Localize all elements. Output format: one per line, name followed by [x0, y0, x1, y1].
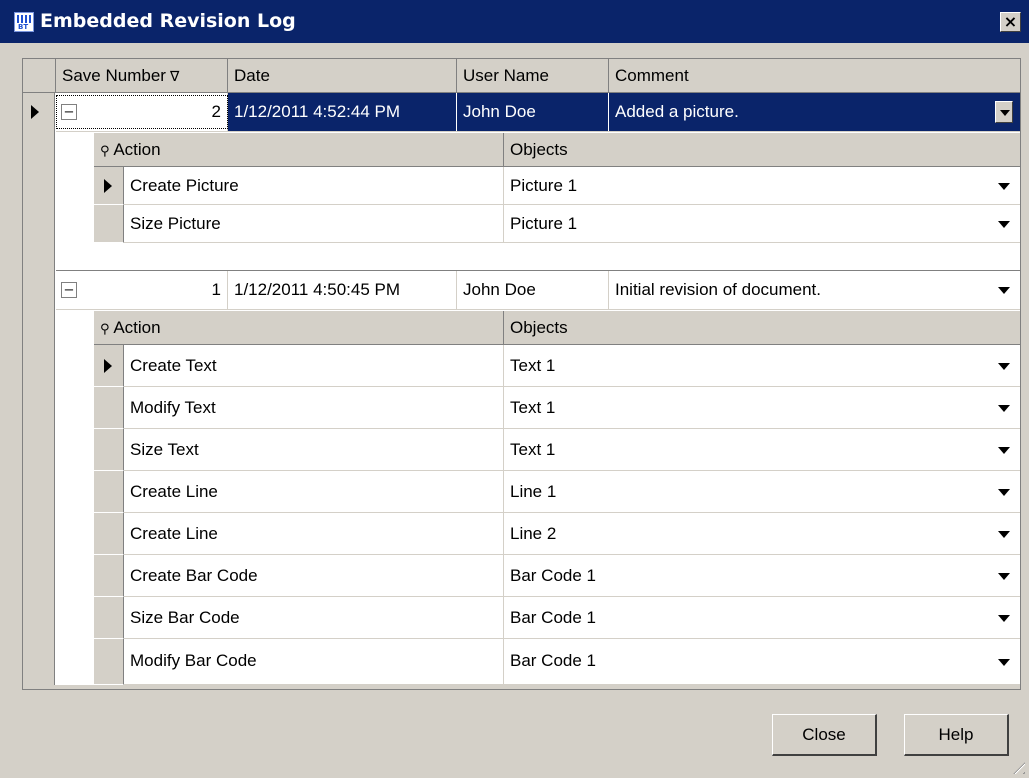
comment-text: Added a picture.	[615, 102, 739, 121]
action-cell[interactable]: Size Text	[124, 429, 504, 471]
objects-cell[interactable]: Picture 1	[504, 205, 1020, 243]
comment-dropdown-button[interactable]	[998, 285, 1012, 295]
objects-dropdown-button[interactable]	[998, 181, 1012, 191]
action-cell[interactable]: Size Bar Code	[124, 597, 504, 639]
action-cell[interactable]: Modify Text	[124, 387, 504, 429]
child-row-selector[interactable]	[94, 345, 124, 387]
objects-dropdown-button[interactable]	[998, 487, 1012, 497]
child-column-header-objects[interactable]: Objects	[504, 133, 1020, 167]
objects-dropdown-button[interactable]	[998, 571, 1012, 581]
save-number-cell[interactable]: 1	[81, 271, 228, 309]
objects-dropdown-button[interactable]	[998, 219, 1012, 229]
user-name-cell[interactable]: John Doe	[457, 271, 609, 309]
child-row-selector[interactable]	[94, 597, 124, 639]
objects-cell[interactable]: Bar Code 1	[504, 597, 1020, 639]
chevron-down-icon	[998, 221, 1010, 228]
child-row-selector[interactable]	[94, 471, 124, 513]
chevron-down-icon	[998, 405, 1010, 412]
chevron-down-icon	[1000, 110, 1010, 116]
window-title: Embedded Revision Log	[40, 10, 296, 32]
objects-dropdown-button[interactable]	[998, 445, 1012, 455]
objects-cell[interactable]: Bar Code 1	[504, 555, 1020, 597]
close-window-button[interactable]: ×	[1000, 12, 1021, 32]
column-label-comment: Comment	[615, 66, 689, 85]
row-selector-header	[23, 59, 56, 93]
child-column-label-objects: Objects	[510, 318, 568, 337]
child-row-selector[interactable]	[94, 205, 124, 243]
column-header-comment[interactable]: Comment	[609, 59, 1020, 93]
child-column-header-action[interactable]: ⚲ Action	[94, 133, 504, 167]
action-cell[interactable]: Create Bar Code	[124, 555, 504, 597]
comment-cell[interactable]: Added a picture.	[609, 93, 1020, 131]
objects-cell[interactable]: Text 1	[504, 429, 1020, 471]
action-cell[interactable]: Create Text	[124, 345, 504, 387]
app-icon: BT	[14, 12, 34, 32]
child-row-selector[interactable]	[94, 513, 124, 555]
child-column-header-objects[interactable]: Objects	[504, 311, 1020, 345]
date-cell[interactable]: 1/12/2011 4:52:44 PM	[228, 93, 457, 131]
objects-cell[interactable]: Text 1	[504, 345, 1020, 387]
magnifier-icon[interactable]: ⚲	[100, 143, 110, 158]
comment-cell[interactable]: Initial revision of document.	[609, 271, 1020, 309]
date-cell[interactable]: 1/12/2011 4:50:45 PM	[228, 271, 457, 309]
child-row-selector[interactable]	[94, 387, 124, 429]
child-column-label-action: Action	[113, 140, 161, 159]
child-row-selector[interactable]	[94, 429, 124, 471]
child-row-selector[interactable]	[94, 639, 124, 685]
child-column-label-objects: Objects	[510, 140, 568, 159]
objects-cell[interactable]: Picture 1	[504, 167, 1020, 205]
row-selector-record-2[interactable]	[23, 93, 55, 271]
child-column-header-action[interactable]: ⚲ Action	[94, 311, 504, 345]
objects-dropdown-button[interactable]	[998, 529, 1012, 539]
chevron-down-icon	[998, 659, 1010, 666]
title-bar[interactable]: BT Embedded Revision Log ×	[0, 0, 1029, 44]
chevron-down-icon	[998, 573, 1010, 580]
current-row-arrow-icon	[31, 105, 39, 119]
chevron-down-icon	[998, 531, 1010, 538]
objects-cell[interactable]: Text 1	[504, 387, 1020, 429]
child-row-selector[interactable]	[94, 167, 124, 205]
chevron-down-icon	[998, 489, 1010, 496]
sort-descending-icon: ∇	[169, 68, 180, 84]
chevron-down-icon	[998, 287, 1010, 294]
comment-dropdown-button[interactable]	[995, 101, 1013, 123]
chevron-down-icon	[998, 363, 1010, 370]
column-header-save-number[interactable]: Save Number ∇	[56, 59, 228, 93]
column-label-date: Date	[234, 66, 270, 85]
chevron-down-icon	[998, 183, 1010, 190]
action-cell[interactable]: Create Picture	[124, 167, 504, 205]
column-header-date[interactable]: Date	[228, 59, 457, 93]
row-selector-record-1[interactable]	[23, 271, 55, 689]
resize-grip-icon[interactable]	[1007, 756, 1025, 774]
help-button[interactable]: Help	[904, 714, 1009, 756]
column-label-user-name: User Name	[463, 66, 549, 85]
objects-dropdown-button[interactable]	[998, 361, 1012, 371]
objects-dropdown-button[interactable]	[998, 657, 1012, 667]
focus-rectangle	[56, 95, 228, 129]
objects-cell[interactable]: Bar Code 1	[504, 639, 1020, 685]
objects-cell[interactable]: Line 2	[504, 513, 1020, 555]
close-button[interactable]: Close	[772, 714, 877, 756]
child-row-selector[interactable]	[94, 555, 124, 597]
user-name-cell[interactable]: John Doe	[457, 93, 609, 131]
action-cell[interactable]: Modify Bar Code	[124, 639, 504, 685]
comment-text: Initial revision of document.	[615, 280, 821, 299]
objects-cell[interactable]: Line 1	[504, 471, 1020, 513]
chevron-down-icon	[998, 615, 1010, 622]
objects-dropdown-button[interactable]	[998, 403, 1012, 413]
action-cell[interactable]: Create Line	[124, 471, 504, 513]
child-column-label-action: Action	[113, 318, 161, 337]
action-cell[interactable]: Size Picture	[124, 205, 504, 243]
current-row-arrow-icon	[104, 359, 112, 373]
action-cell[interactable]: Create Line	[124, 513, 504, 555]
collapse-record-1-button[interactable]: −	[61, 282, 77, 298]
current-row-arrow-icon	[104, 179, 112, 193]
revision-grid[interactable]: Save Number ∇ Date User Name Comment − 2 …	[22, 58, 1021, 690]
chevron-down-icon	[998, 447, 1010, 454]
objects-dropdown-button[interactable]	[998, 613, 1012, 623]
magnifier-icon[interactable]: ⚲	[100, 321, 110, 336]
column-header-user-name[interactable]: User Name	[457, 59, 609, 93]
column-label-save-number: Save Number	[62, 66, 166, 85]
